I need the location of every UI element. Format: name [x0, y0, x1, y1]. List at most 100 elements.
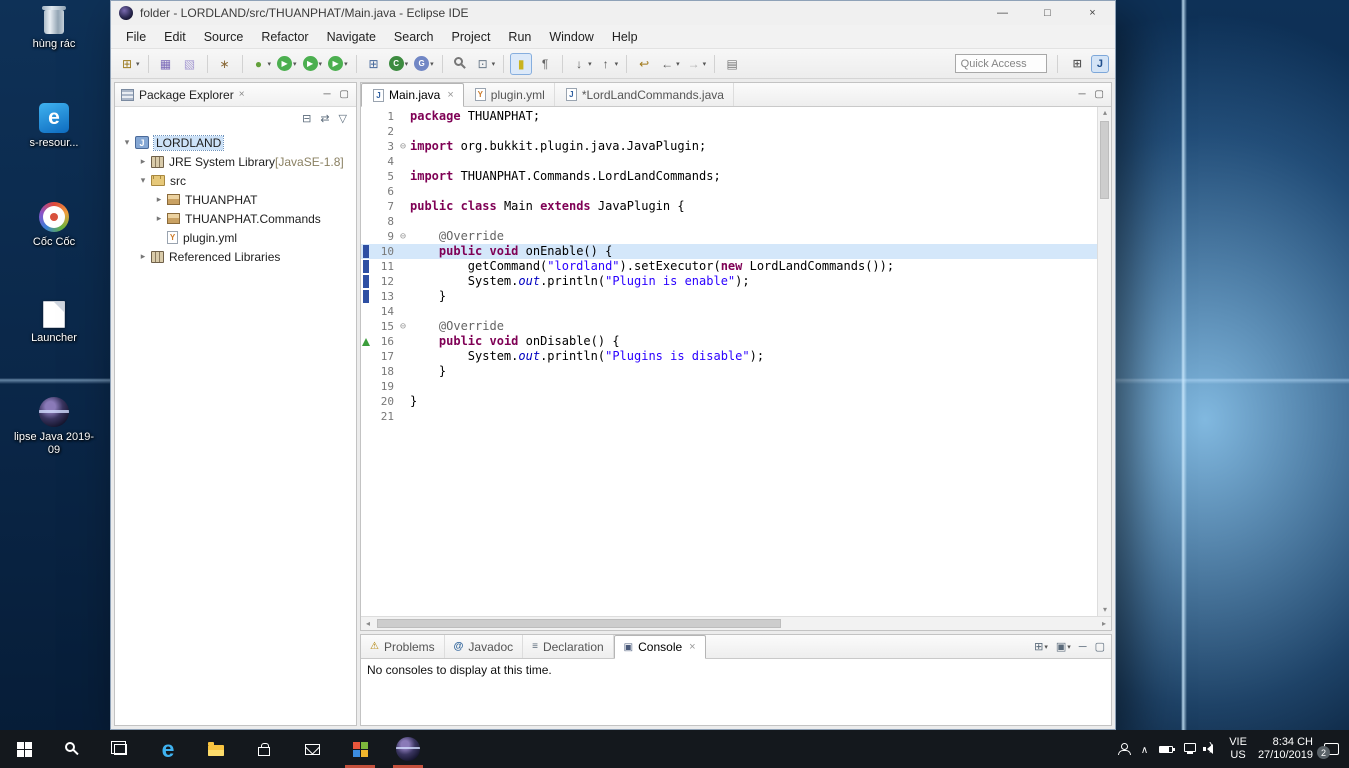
new-class-icon[interactable]: C▾: [387, 53, 411, 75]
new-java-project-icon[interactable]: ⊞: [363, 53, 385, 75]
maximize-button[interactable]: □: [1025, 1, 1070, 25]
new-editor-window-icon[interactable]: ▤: [721, 53, 743, 75]
tray-chevron-up-icon[interactable]: [1141, 742, 1148, 756]
menu-help[interactable]: Help: [603, 28, 647, 46]
shared-resource-shortcut-icon[interactable]: es-resour...: [4, 103, 104, 150]
maximize-view-icon[interactable]: ▢: [340, 89, 349, 100]
forward-icon[interactable]: →▾: [684, 53, 709, 75]
build-all-icon[interactable]: ∗: [214, 53, 236, 75]
vscroll-thumb[interactable]: [1100, 121, 1109, 199]
code-line-6[interactable]: 6: [361, 184, 1097, 199]
code-line-12[interactable]: 12 System.out.println("Plugin is enable"…: [361, 274, 1097, 289]
code-line-20[interactable]: 20}: [361, 394, 1097, 409]
hscroll-track[interactable]: [375, 617, 1097, 630]
code-line-5[interactable]: 5import THUANPHAT.Commands.LordLandComma…: [361, 169, 1097, 184]
tree-collapsed-arrow-icon[interactable]: ▸: [137, 251, 149, 262]
menu-search[interactable]: Search: [385, 28, 443, 46]
last-edit-location-icon[interactable]: ↩: [633, 53, 655, 75]
tree-collapsed-arrow-icon[interactable]: ▸: [153, 213, 165, 224]
menu-navigate[interactable]: Navigate: [318, 28, 385, 46]
title-bar[interactable]: folder - LORDLAND/src/THUANPHAT/Main.jav…: [111, 1, 1115, 25]
close-button[interactable]: ×: [1070, 1, 1115, 25]
eclipse-java-icon[interactable]: lipse Java 2019-09: [4, 397, 104, 457]
task-view-button[interactable]: [96, 730, 144, 768]
code-line-19[interactable]: 19: [361, 379, 1097, 394]
tree-item-lordland[interactable]: ▾JLORDLAND: [115, 133, 356, 152]
start-button[interactable]: [0, 730, 48, 768]
next-annotation-icon[interactable]: ↓▾: [569, 53, 594, 75]
minimize-view-icon[interactable]: ─: [323, 89, 330, 100]
tree-item-jre-system-library[interactable]: ▸JRE System Library [JavaSE-1.8]: [115, 152, 356, 171]
code-line-3[interactable]: 3⊖import org.bukkit.plugin.java.JavaPlug…: [361, 139, 1097, 154]
editor-hscrollbar[interactable]: [361, 616, 1111, 630]
tree-expanded-arrow-icon[interactable]: ▾: [137, 175, 149, 186]
open-perspective-icon[interactable]: ⊞: [1068, 55, 1087, 72]
code-line-7[interactable]: 7public class Main extends JavaPlugin {: [361, 199, 1097, 214]
run-icon[interactable]: ▶▾: [275, 53, 299, 75]
menu-edit[interactable]: Edit: [155, 28, 195, 46]
editor-tab-main-java[interactable]: JMain.java×: [361, 83, 464, 107]
link-with-editor-icon[interactable]: ⇄: [320, 112, 329, 125]
edge-icon[interactable]: e: [144, 730, 192, 768]
debug-icon[interactable]: ●▾: [249, 53, 274, 75]
maximize-console-icon[interactable]: ▢: [1095, 640, 1105, 653]
search-icon[interactable]: [449, 53, 471, 75]
tree-item-referenced-libraries[interactable]: ▸Referenced Libraries: [115, 247, 356, 266]
display-selected-console-icon[interactable]: ▣▾: [1056, 640, 1071, 653]
code-line-18[interactable]: 18 }: [361, 364, 1097, 379]
menu-refactor[interactable]: Refactor: [252, 28, 317, 46]
launcher-icon[interactable]: Launcher: [4, 301, 104, 345]
java-perspective-icon[interactable]: J: [1091, 55, 1109, 73]
maximize-editor-icon[interactable]: ▢: [1095, 89, 1104, 100]
code-line-15[interactable]: 15⊖ @Override: [361, 319, 1097, 334]
menu-project[interactable]: Project: [443, 28, 500, 46]
menu-run[interactable]: Run: [499, 28, 540, 46]
view-menu-icon[interactable]: ▽: [339, 112, 347, 125]
close-tab-icon[interactable]: ×: [447, 89, 453, 101]
menu-file[interactable]: File: [117, 28, 155, 46]
code-line-8[interactable]: 8: [361, 214, 1097, 229]
scroll-left-icon[interactable]: [361, 618, 375, 630]
minimize-editor-icon[interactable]: ─: [1078, 89, 1085, 100]
open-task-icon[interactable]: ⊡▾: [473, 53, 498, 75]
quick-access-input[interactable]: [955, 54, 1047, 73]
notification-center-icon[interactable]: 2: [1324, 743, 1339, 755]
save-all-icon[interactable]: ▧: [179, 53, 201, 75]
code-line-4[interactable]: 4: [361, 154, 1097, 169]
external-tools-icon[interactable]: ▶▾: [326, 53, 350, 75]
code-line-1[interactable]: 1package THUANPHAT;: [361, 109, 1097, 124]
tree-collapsed-arrow-icon[interactable]: ▸: [153, 194, 165, 205]
scroll-right-icon[interactable]: [1097, 618, 1111, 630]
open-console-icon[interactable]: ⊞▾: [1034, 640, 1048, 653]
mail-icon[interactable]: [288, 730, 336, 768]
mark-occurrences-icon[interactable]: ▮: [510, 53, 532, 75]
code-line-14[interactable]: 14: [361, 304, 1097, 319]
collapse-all-icon[interactable]: ⊟: [302, 112, 311, 125]
previous-annotation-icon[interactable]: ↑▾: [596, 53, 621, 75]
tree-item-thuanphat-commands[interactable]: ▸THUANPHAT.Commands: [115, 209, 356, 228]
close-view-icon[interactable]: ×: [239, 89, 245, 100]
search-button[interactable]: [48, 730, 96, 768]
code-line-10[interactable]: 10 public void onEnable() {: [361, 244, 1097, 259]
code-line-2[interactable]: 2: [361, 124, 1097, 139]
store-icon[interactable]: [240, 730, 288, 768]
tree-collapsed-arrow-icon[interactable]: ▸: [137, 156, 149, 167]
vscroll-track[interactable]: [1098, 119, 1111, 604]
console-tab-declaration[interactable]: ≡Declaration: [523, 635, 614, 658]
recycle-bin-icon[interactable]: hùng rác: [4, 6, 104, 51]
code-line-16[interactable]: 16 public void onDisable() {: [361, 334, 1097, 349]
tree-expanded-arrow-icon[interactable]: ▾: [121, 137, 133, 148]
tree-item-thuanphat[interactable]: ▸THUANPHAT: [115, 190, 356, 209]
console-tab-problems[interactable]: ⚠Problems: [361, 635, 445, 658]
code-line-13[interactable]: 13 }: [361, 289, 1097, 304]
save-icon[interactable]: ▦: [155, 53, 177, 75]
pinned-app-icon[interactable]: [336, 730, 384, 768]
volume-icon[interactable]: [1207, 744, 1218, 754]
language-indicator[interactable]: VIE US: [1229, 736, 1247, 762]
taskbar-clock[interactable]: 8:34 CH 27/10/2019: [1258, 736, 1313, 762]
code-line-21[interactable]: 21: [361, 409, 1097, 424]
editor-tab-plugin-yml[interactable]: Yplugin.yml: [464, 83, 555, 106]
code-line-9[interactable]: 9⊖ @Override: [361, 229, 1097, 244]
editor-vscrollbar[interactable]: [1097, 107, 1111, 616]
file-explorer-icon[interactable]: [192, 730, 240, 768]
